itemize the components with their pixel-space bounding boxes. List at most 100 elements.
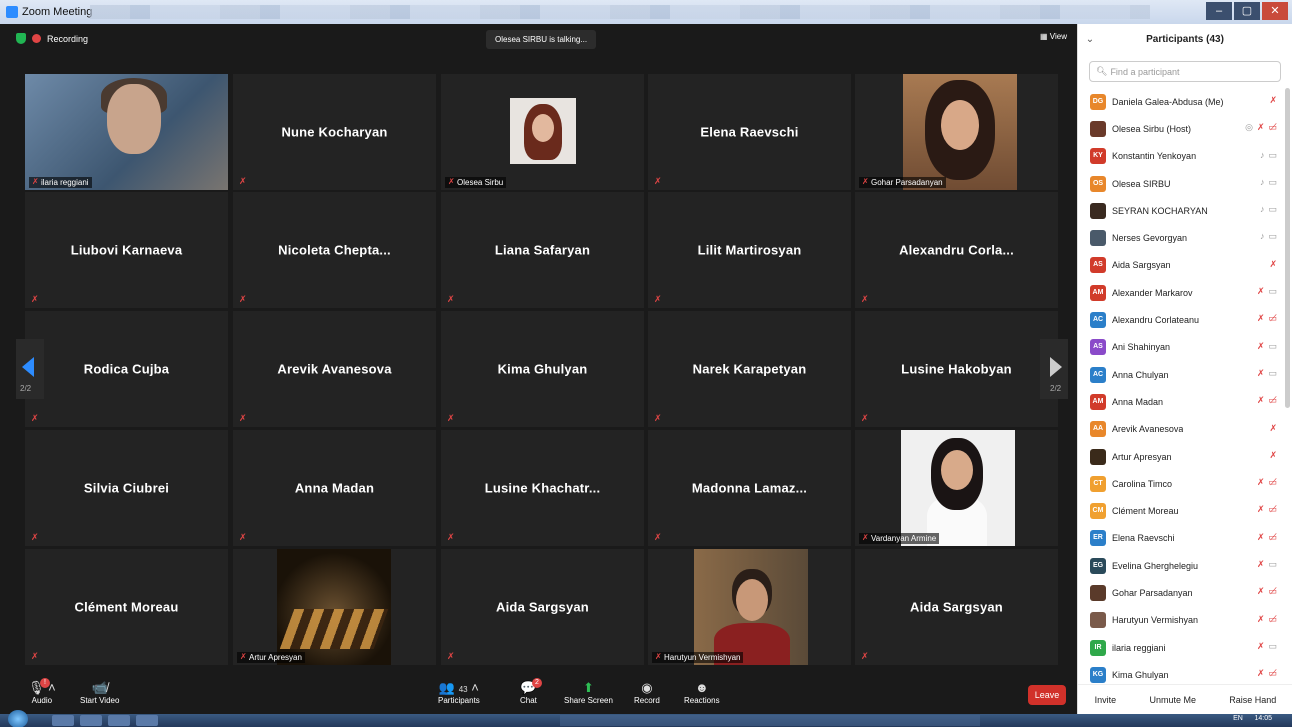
share-icon: ◎	[1245, 122, 1253, 133]
record-button[interactable]: ◉ Record	[634, 680, 660, 705]
muted-mic-icon: ✗	[447, 294, 455, 304]
participant-status-icons: ◎ ✗ ▭̸	[1245, 122, 1277, 133]
video-tile[interactable]: Rodica Cujba ✗	[25, 311, 228, 427]
participant-row[interactable]: CM Clément Moreau ✗ ▭̸	[1078, 497, 1285, 524]
audio-button[interactable]: 🎙 ˄ ! Audio	[28, 678, 56, 705]
blurred-background-tabs	[90, 5, 1150, 19]
start-video-button[interactable]: 📹̸ Start Video	[80, 680, 119, 705]
video-tile[interactable]: Narek Karapetyan ✗	[648, 311, 851, 427]
video-tile[interactable]: Lusine Hakobyan ✗	[855, 311, 1058, 427]
recording-label: Recording	[47, 33, 89, 44]
participant-row[interactable]: IR ilaria reggiani ✗ ▭	[1078, 634, 1285, 661]
leave-button[interactable]: Leave	[1028, 685, 1066, 705]
participant-list-scrollbar[interactable]	[1285, 88, 1290, 408]
participant-status-icons: ✗ ▭̸	[1257, 586, 1277, 597]
participant-row[interactable]: Artur Apresyan ✗	[1078, 443, 1285, 470]
video-tile[interactable]: Gohar Parsadanyan	[855, 74, 1058, 190]
avatar: ER	[1090, 530, 1106, 547]
participant-row[interactable]: KY Konstantin Yenkoyan ♪ ▭	[1078, 143, 1285, 170]
participant-row[interactable]: AS Aida Sargsyan ✗	[1078, 252, 1285, 279]
video-off-icon: ▭̸	[1268, 613, 1277, 624]
reactions-button[interactable]: ☻ Reactions	[684, 680, 720, 705]
participant-row[interactable]: AC Anna Chulyan ✗ ▭	[1078, 361, 1285, 388]
participants-button[interactable]: 👥 43 ˄ Participants	[438, 680, 480, 705]
participant-row[interactable]: OS Olesea SIRBU ♪ ▭	[1078, 170, 1285, 197]
participant-row[interactable]: AM Anna Madan ✗ ▭̸	[1078, 388, 1285, 415]
participant-row[interactable]: Nerses Gevorgyan ♪ ▭	[1078, 224, 1285, 251]
video-tile[interactable]: Anna Madan ✗	[233, 430, 436, 546]
participant-status-icons: ✗ ▭	[1257, 641, 1277, 652]
participant-row[interactable]: AS Ani Shahinyan ✗ ▭	[1078, 334, 1285, 361]
chevron-down-icon[interactable]: ⌄	[1078, 34, 1102, 45]
shield-icon[interactable]	[16, 33, 26, 44]
muted-mic-icon: ✗	[654, 294, 662, 304]
participant-row[interactable]: Gohar Parsadanyan ✗ ▭̸	[1078, 579, 1285, 606]
taskbar-app-explorer[interactable]	[52, 715, 74, 726]
participant-row[interactable]: EG Evelina Gherghelegiu ✗ ▭	[1078, 552, 1285, 579]
video-tile[interactable]: Elena Raevschi ✗	[648, 74, 851, 190]
video-tile[interactable]: Lilit Martirosyan ✗	[648, 192, 851, 308]
arrow-left-icon	[22, 357, 34, 377]
avatar	[1090, 612, 1106, 629]
video-tile[interactable]: Alexandru Corla... ✗	[855, 192, 1058, 308]
language-indicator[interactable]: EN	[1233, 715, 1243, 722]
video-tile[interactable]: Nicoleta Chepta... ✗	[233, 192, 436, 308]
participant-name: Silvia Ciubrei	[83, 480, 170, 496]
video-tile[interactable]: Liana Safaryan ✗	[441, 192, 644, 308]
participant-name: Liana Safaryan	[494, 242, 591, 258]
participant-row[interactable]: Olesea Sirbu (Host) ◎ ✗ ▭̸	[1078, 115, 1285, 142]
share-screen-button[interactable]: ⬆ Share Screen	[564, 680, 613, 705]
taskbar-app-word[interactable]	[108, 715, 130, 726]
video-tile[interactable]: Kima Ghulyan ✗	[441, 311, 644, 427]
muted-mic-icon: ✗	[1256, 122, 1265, 133]
close-window-button[interactable]: ✕	[1262, 2, 1288, 20]
video-tile[interactable]: Vardanyan Armine	[855, 430, 1058, 546]
participant-status-icons: ♪ ▭	[1260, 150, 1277, 161]
chat-button[interactable]: 💬 2 Chat	[520, 678, 542, 705]
view-button[interactable]: ▦ View	[1040, 32, 1067, 41]
participant-row[interactable]: DG Daniela Galea-Abdusa (Me) ✗	[1078, 88, 1285, 115]
video-tile[interactable]: Silvia Ciubrei ✗	[25, 430, 228, 546]
clock[interactable]: 14:05	[1254, 715, 1272, 722]
participant-list: DG Daniela Galea-Abdusa (Me) ✗ Olesea Sirbu…	[1078, 88, 1285, 689]
recording-indicator[interactable]: Recording	[16, 33, 88, 44]
video-tile[interactable]: Liubovi Karnaeva ✗	[25, 192, 228, 308]
participant-row[interactable]: ER Elena Raevschi ✗ ▭̸	[1078, 525, 1285, 552]
taskbar-app-zoom[interactable]	[136, 715, 158, 726]
video-tile[interactable]: Olesea Sirbu	[441, 74, 644, 190]
raise-hand-button[interactable]: Raise Hand	[1223, 692, 1282, 708]
video-tile[interactable]: Artur Apresyan	[233, 549, 436, 665]
taskbar-app-browser[interactable]	[80, 715, 102, 726]
participants-count: 43	[458, 685, 468, 694]
video-icon: ▭	[1268, 640, 1277, 651]
participant-row[interactable]: CT Carolina Timco ✗ ▭̸	[1078, 470, 1285, 497]
participant-status-icons: ✗ ▭	[1257, 368, 1277, 379]
video-tile[interactable]: Madonna Lamaz... ✗	[648, 430, 851, 546]
participant-row-name: ilaria reggiani	[1112, 642, 1166, 653]
video-tile[interactable]: Clément Moreau ✗	[25, 549, 228, 665]
video-tile[interactable]: Aida Sargsyan ✗	[855, 549, 1058, 665]
video-tile[interactable]: Arevik Avanesova ✗	[233, 311, 436, 427]
participant-name-label: Vardanyan Armine	[859, 533, 940, 544]
start-button[interactable]	[8, 710, 28, 727]
maximize-button[interactable]: ▢	[1234, 2, 1260, 20]
muted-mic-icon: ✗	[1256, 313, 1265, 324]
invite-button[interactable]: Invite	[1089, 692, 1123, 708]
participant-row-name: Kima Ghulyan	[1112, 669, 1169, 680]
search-input[interactable]	[1110, 66, 1271, 77]
participant-search[interactable]: 🔍︎	[1089, 61, 1281, 82]
video-tile[interactable]: Harutyun Vermishyan	[648, 549, 851, 665]
participant-row[interactable]: AM Alexander Markarov ✗ ▭	[1078, 279, 1285, 306]
participant-row[interactable]: AC Alexandru Corlateanu ✗ ▭̸	[1078, 306, 1285, 333]
muted-mic-icon: ✗	[1256, 367, 1265, 378]
participant-row[interactable]: AA Arevik Avanesova ✗	[1078, 416, 1285, 443]
participant-row[interactable]: Harutyun Vermishyan ✗ ▭̸	[1078, 607, 1285, 634]
participant-row[interactable]: SEYRAN KOCHARYAN ♪ ▭	[1078, 197, 1285, 224]
video-off-icon: ▭̸	[1268, 477, 1277, 488]
video-tile[interactable]: ilaria reggiani	[25, 74, 228, 190]
video-tile[interactable]: Nune Kocharyan ✗	[233, 74, 436, 190]
video-tile[interactable]: Lusine Khachatr... ✗	[441, 430, 644, 546]
video-tile[interactable]: Aida Sargsyan ✗	[441, 549, 644, 665]
unmute-me-button[interactable]: Unmute Me	[1143, 692, 1202, 708]
minimize-button[interactable]: –	[1206, 2, 1232, 20]
